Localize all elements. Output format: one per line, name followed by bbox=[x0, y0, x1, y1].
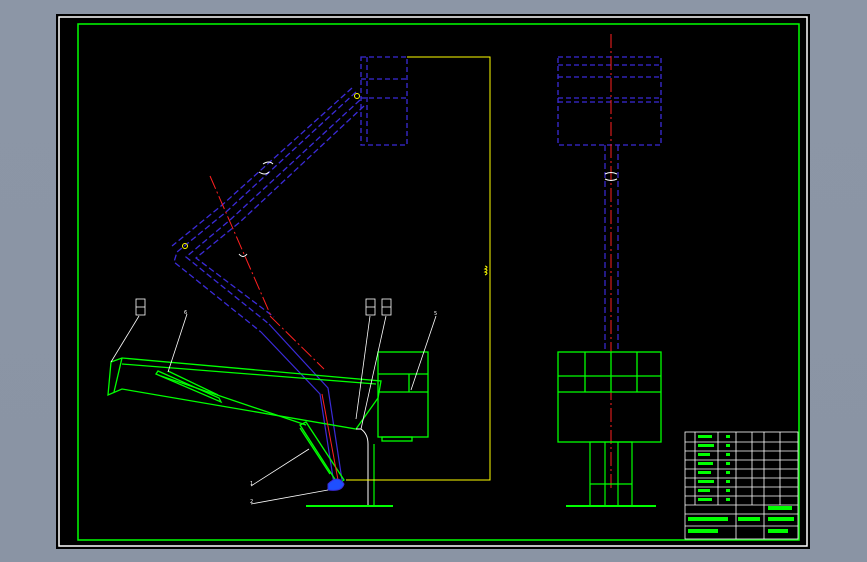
break-mark bbox=[238, 253, 248, 257]
front-ground-basket bbox=[557, 351, 662, 443]
callout-leaders bbox=[110, 313, 437, 505]
upper-boom bbox=[171, 87, 365, 333]
front-view bbox=[557, 34, 662, 507]
boom-centerline bbox=[209, 175, 272, 317]
drawing-sheet: 6 5 1 2 bbox=[56, 14, 810, 549]
drawing-border bbox=[77, 23, 800, 541]
lower-boom bbox=[107, 357, 382, 430]
lower-arm-dashed bbox=[260, 323, 343, 485]
callout-label: 6 bbox=[184, 310, 187, 316]
callout-flags bbox=[135, 298, 392, 316]
ground-basket bbox=[377, 351, 429, 442]
callout-label: 5 bbox=[434, 311, 437, 317]
boom-centerline-2 bbox=[269, 315, 325, 370]
pivot-bracket bbox=[356, 428, 369, 506]
title-block-text bbox=[688, 435, 794, 533]
pivot-base bbox=[327, 478, 345, 491]
hinge-joint bbox=[354, 93, 360, 99]
break-mark bbox=[258, 161, 274, 175]
upper-basket bbox=[360, 56, 408, 146]
title-block bbox=[684, 431, 799, 540]
callout-label: 1 bbox=[250, 481, 253, 487]
cad-drawing: 6 5 1 2 bbox=[58, 16, 808, 547]
side-view: 6 5 1 2 bbox=[107, 56, 491, 507]
front-upper-basket bbox=[557, 56, 662, 146]
height-dimension bbox=[346, 56, 491, 481]
callout-label: 2 bbox=[250, 499, 253, 505]
